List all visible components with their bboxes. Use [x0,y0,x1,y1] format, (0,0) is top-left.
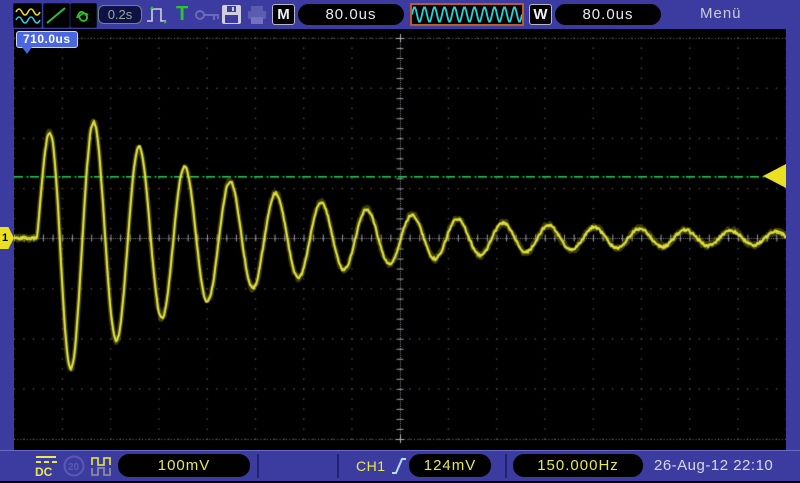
key-lock-icon [194,7,222,23]
separator [505,454,507,478]
channel-waveforms-icon [13,3,42,28]
channel1-marker-label: 1 [2,232,9,244]
trigger-source-label: CH1 [356,451,386,481]
dc-coupling-icon: DC [33,454,59,479]
trigger-slope-icon [391,456,407,476]
svg-text:20: 20 [68,462,80,473]
main-timebase-readout: 80.0us [298,4,404,25]
probe-squarewave-icon [91,455,115,477]
ch1-scale-readout: 100mV [118,454,250,477]
datetime-label: 26-Aug-12 22:10 [654,451,773,481]
separator [337,454,339,478]
trigger-status-icon: T [176,2,188,26]
zoom-preview-waveform [411,6,523,23]
svg-text:DC: DC [35,465,53,478]
horizontal-offset-value: 710.0us [23,32,71,46]
top-status-bar: 0.2s T M 80.0us W 80.0us Menü [0,0,800,30]
trigger-status-letter: T [176,3,189,25]
printer-icon [246,5,268,25]
trigger-frequency-value: 150.000Hz [537,457,619,474]
zoom-window-preview [410,3,524,26]
trigger-level-arrow[interactable] [763,164,786,188]
window-timebase-readout: 80.0us [555,4,661,25]
bottom-status-bar: DC 20 100mV CH1 124mV 150.000Hz 26-Aug-1… [0,450,800,481]
acquisition-time-box: 0.2s [98,5,142,24]
menu-button[interactable]: Menü [700,0,742,28]
trigger-level-readout: 124mV [409,454,491,477]
horizontal-offset-pointer-icon [22,47,32,54]
main-timebase-label: M [272,4,295,25]
display-xy-icon [70,3,97,28]
bandwidth-limit-icon: 20 [63,455,85,477]
graticule-canvas [14,29,786,450]
separator [257,454,259,478]
trigger-source-value: CH1 [356,458,386,474]
save-disk-icon [221,4,242,25]
ch1-scale-value: 100mV [157,457,211,474]
window-timebase-value: 80.0us [582,6,634,23]
acquisition-time-value: 0.2s [107,7,133,22]
trigger-level-value: 124mV [423,457,477,474]
display-vector-icon [43,3,70,28]
w-letter: W [533,6,548,23]
menu-button-label: Menü [700,5,742,22]
main-timebase-value: 80.0us [325,6,377,23]
window-timebase-label: W [529,4,552,25]
m-letter: M [277,6,290,23]
trigger-frequency-readout: 150.000Hz [513,454,643,477]
pulse-acquire-icon [146,4,172,26]
horizontal-offset-badge[interactable]: 710.0us [16,31,78,48]
datetime-value: 26-Aug-12 22:10 [654,457,774,474]
